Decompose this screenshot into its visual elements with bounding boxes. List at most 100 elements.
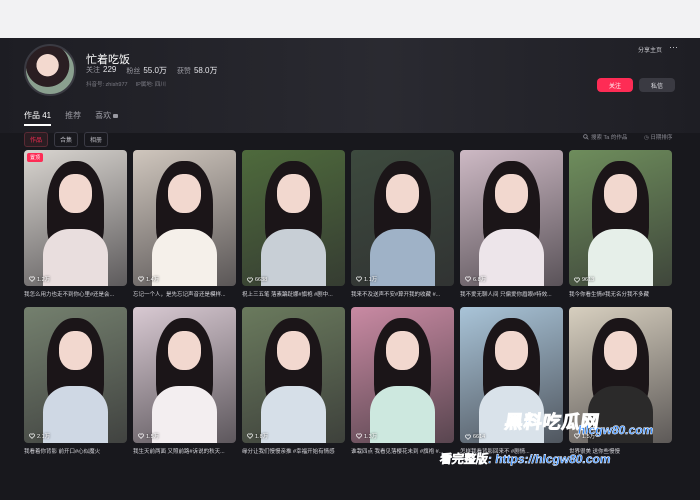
video-caption[interactable]: 我不爱无聊人间 只偏爱你眉眼#特效... — [460, 290, 563, 298]
video-card[interactable]: 置顶 1.2万我怎么用力也走不到你心里#还是会... — [24, 150, 127, 298]
video-thumbnail[interactable]: 置顶 1.2万 — [24, 150, 127, 286]
subtab-works[interactable]: 作品 — [24, 132, 49, 147]
more-icon[interactable]: ⋯ — [669, 42, 678, 53]
video-caption[interactable]: 我生天前两面 又照前路#诉说的秋天... — [133, 447, 236, 455]
search-icon — [583, 134, 589, 140]
heart-icon — [138, 276, 144, 282]
video-thumbnail[interactable]: 9613 — [569, 150, 672, 286]
thumbnail-body — [260, 385, 327, 443]
like-count: 1.2万 — [29, 275, 50, 283]
sort-label: 日期排序 — [650, 135, 673, 141]
heart-icon — [356, 276, 362, 282]
video-card[interactable]: 1.3万谁栽四点 我看见落樱花未到 #旗袍 #... — [351, 307, 454, 455]
heart-icon — [465, 276, 471, 282]
heart-icon — [247, 277, 253, 283]
like-count: 1.5万 — [138, 432, 159, 440]
video-thumbnail[interactable]: 6638 — [242, 150, 345, 286]
video-thumbnail[interactable]: 1.3万 — [351, 307, 454, 443]
search-works[interactable]: 搜索 Ta 的作品 — [583, 133, 627, 141]
video-caption[interactable]: 我来不及送声不安#算开我的收藏 #... — [351, 290, 454, 298]
video-thumbnail[interactable]: 6.8万 — [460, 150, 563, 286]
thumbnail-face — [386, 331, 419, 370]
video-caption[interactable]: 祝上三五笔 落素蹁跹娜#旗袍 #剧中... — [242, 290, 345, 298]
profile-ids: 抖音号: zhish977 IP属地: 四川 — [86, 80, 166, 88]
video-caption[interactable]: 我看着你背影 前开口#心似魔火 — [24, 447, 127, 455]
heart-icon — [465, 434, 471, 440]
thumbnail-face — [604, 174, 637, 213]
video-grid: 置顶 1.2万我怎么用力也走不到你心里#还是会... 1.4万忘记一个人，是先忘记声… — [24, 150, 672, 455]
video-thumbnail[interactable]: 2.1万 — [24, 307, 127, 443]
share-button[interactable]: 分享主页 — [638, 45, 662, 54]
watermark-notice: 看完整版: https://hlcgw80.com — [438, 452, 612, 467]
heart-icon — [247, 433, 253, 439]
like-count: 6.8万 — [465, 275, 486, 283]
thumbnail-face — [495, 331, 528, 370]
video-card[interactable]: 2.1万我看着你背影 前开口#心似魔火 — [24, 307, 127, 455]
profile-stats: 关注 229 粉丝 55.0万 获赞 58.0万 — [86, 65, 218, 76]
like-count: 6614 — [465, 434, 485, 440]
thumbnail-face — [277, 174, 310, 213]
thumbnail-face — [604, 331, 637, 370]
pinned-badge: 置顶 — [27, 153, 44, 162]
like-count: 9613 — [574, 277, 594, 283]
thumbnail-body — [369, 385, 436, 443]
heart-icon — [138, 433, 144, 439]
like-count: 1.1万 — [356, 275, 377, 283]
thumbnail-face — [277, 331, 310, 370]
video-thumbnail[interactable]: 1.5万 — [133, 307, 236, 443]
sort-icon: ◷ — [644, 135, 649, 141]
video-caption[interactable]: 我今你看生情#我无名分我不多藏 — [569, 290, 672, 298]
subtabs: 作品 合集 相册 — [24, 132, 109, 147]
heart-icon — [574, 277, 580, 283]
sort-dropdown[interactable]: ◷ 日期排序 — [644, 133, 672, 141]
video-card[interactable]: 1.1万我来不及送声不安#算开我的收藏 #... — [351, 150, 454, 298]
video-card[interactable]: 1.8万缘分让我们慢慢亲推 #幸福开始有情感 — [242, 307, 345, 455]
like-count: 2.1万 — [29, 432, 50, 440]
likes-stat: 获赞 58.0万 — [176, 66, 218, 75]
subtab-album[interactable]: 相册 — [84, 132, 109, 147]
thumbnail-body — [369, 228, 436, 286]
like-count: 6638 — [247, 277, 267, 283]
thumbnail-face — [59, 174, 92, 213]
video-card[interactable]: 6638 祝上三五笔 落素蹁跹娜#旗袍 #剧中... — [242, 150, 345, 298]
thumbnail-body — [587, 228, 654, 286]
heart-icon — [29, 276, 35, 282]
heart-icon — [29, 433, 35, 439]
profile-tabs: 作品 41 推荐 喜欢 — [24, 110, 119, 126]
thumbnail-body — [151, 228, 218, 286]
video-card[interactable]: 1.5万我生天前两面 又照前路#诉说的秋天... — [133, 307, 236, 455]
lock-icon — [113, 114, 119, 118]
avatar[interactable] — [24, 44, 76, 96]
watermark-domain: hlcgw80.com — [577, 423, 655, 438]
account-id: 抖音号: zhish977 — [86, 82, 128, 88]
thumbnail-body — [478, 228, 545, 286]
message-button[interactable]: 私信 — [639, 78, 675, 92]
video-card[interactable]: 6.8万我不爱无聊人间 只偏爱你眉眼#特效... — [460, 150, 563, 298]
fans-stat[interactable]: 粉丝 55.0万 — [126, 65, 167, 76]
thumbnail-face — [495, 174, 528, 213]
like-count: 1.8万 — [247, 432, 268, 440]
thumbnail-body — [151, 385, 218, 443]
subtab-collections[interactable]: 合集 — [54, 132, 79, 147]
follow-button[interactable]: 关注 — [597, 78, 633, 92]
like-count: 1.4万 — [138, 275, 159, 283]
video-thumbnail[interactable]: 1.4万 — [133, 150, 236, 286]
video-caption[interactable]: 谁栽四点 我看见落樱花未到 #旗袍 #... — [351, 447, 454, 455]
video-caption[interactable]: 缘分让我们慢慢亲推 #幸福开始有情感 — [242, 447, 345, 455]
following-stat[interactable]: 关注 229 — [86, 65, 116, 76]
video-card[interactable]: 9613 我今你看生情#我无名分我不多藏 — [569, 150, 672, 298]
thumbnail-body — [42, 228, 109, 286]
video-caption[interactable]: 忘记一个人，是先忘记声音还是模样... — [133, 290, 236, 298]
video-card[interactable]: 1.4万忘记一个人，是先忘记声音还是模样... — [133, 150, 236, 298]
tab-likes[interactable]: 喜欢 — [95, 110, 119, 121]
video-caption[interactable]: 我怎么用力也走不到你心里#还是会... — [24, 290, 127, 298]
heart-icon — [356, 433, 362, 439]
tab-recommend[interactable]: 推荐 — [65, 110, 81, 121]
video-thumbnail[interactable]: 1.8万 — [242, 307, 345, 443]
video-thumbnail[interactable]: 1.1万 — [351, 150, 454, 286]
ip-location: IP属地: 四川 — [135, 82, 166, 88]
thumbnail-body — [42, 385, 109, 443]
tab-works[interactable]: 作品 41 — [24, 110, 52, 126]
thumbnail-face — [168, 174, 201, 213]
thumbnail-face — [59, 331, 92, 370]
